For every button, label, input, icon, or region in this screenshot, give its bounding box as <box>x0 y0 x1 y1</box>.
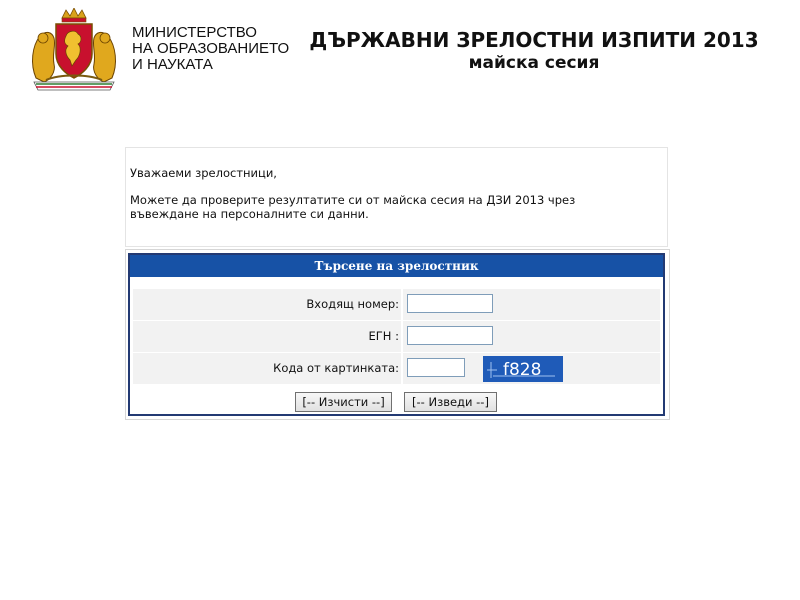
row-separator <box>401 353 403 384</box>
egn-label: ЕГН : <box>368 329 399 343</box>
egn-row: ЕГН : <box>133 321 660 352</box>
page-title: ДЪРЖАВНИ ЗРЕЛОСТНИ ИЗПИТИ 2013 <box>309 28 759 52</box>
coat-of-arms-icon <box>32 8 116 91</box>
incoming-number-label: Входящ номер: <box>306 297 399 311</box>
search-form: Търсене на зрелостник Входящ номер: ЕГН … <box>128 253 665 416</box>
info-message-box: Уважаеми зрелостници, Можете да проверит… <box>125 147 668 247</box>
search-form-container: Търсене на зрелостник Входящ номер: ЕГН … <box>125 249 670 420</box>
row-separator <box>401 321 403 352</box>
captcha-input[interactable] <box>407 358 465 377</box>
captcha-row: Кода от картинката: f828 <box>133 353 660 384</box>
captcha-code-text: f828 <box>503 360 541 380</box>
greeting-text: Уважаеми зрелостници, <box>130 166 277 180</box>
clear-button[interactable]: [-- Изчисти --] <box>295 392 392 412</box>
instruction-text: Можете да проверите резултатите си от ма… <box>130 193 576 221</box>
row-separator <box>401 289 403 320</box>
page: МИНИСТЕРСТВО НА ОБРАЗОВАНИЕТО И НАУКАТА … <box>0 0 800 600</box>
search-form-title: Търсене на зрелостник <box>130 255 663 277</box>
captcha-label: Кода от картинката: <box>273 361 399 375</box>
ministry-line-1: МИНИСТЕРСТВО <box>132 24 257 41</box>
ministry-line-2: НА ОБРАЗОВАНИЕТО <box>132 40 290 57</box>
egn-input[interactable] <box>407 326 493 345</box>
ministry-name: МИНИСТЕРСТВО НА ОБРАЗОВАНИЕТО И НАУКАТА <box>132 25 289 73</box>
incoming-number-row: Входящ номер: <box>133 289 660 320</box>
incoming-number-input[interactable] <box>407 294 493 313</box>
captcha-image: f828 <box>483 356 563 382</box>
page-subtitle: майска сесия <box>468 53 600 73</box>
ministry-line-3: И НАУКАТА <box>132 56 213 73</box>
submit-button[interactable]: [-- Изведи --] <box>404 392 497 412</box>
